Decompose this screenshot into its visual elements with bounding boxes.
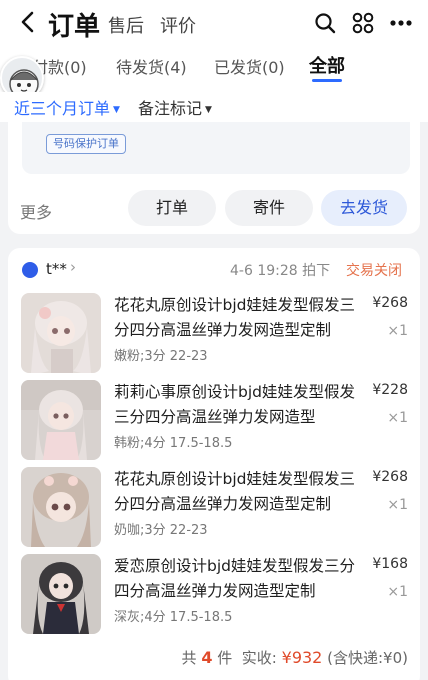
order-status-tabs: 付款(0) 待发货(4) 已发货(0) 全部	[0, 46, 428, 92]
product-thumbnail	[21, 293, 101, 373]
caret-down-icon: ▼	[205, 104, 212, 115]
product-title: 莉莉心事原创设计bjd娃娃发型假发三分四分高温丝弹力发网造型	[114, 383, 355, 426]
grid-icon[interactable]	[352, 12, 374, 34]
tab-reviews[interactable]: 评价	[160, 12, 196, 38]
order-time: 4-6 19:28 拍下	[230, 263, 331, 279]
more-button[interactable]: 更多	[20, 199, 52, 223]
product-quantity: ×1	[387, 410, 408, 426]
list-item[interactable]: 花花丸原创设计bjd娃娃发型假发三分四分高温丝弹力发网造型定制 奶咖;3分 22…	[8, 467, 420, 547]
note-filter-label: 备注标记	[138, 99, 203, 118]
chevron-right-icon: ›	[70, 258, 76, 276]
product-spec: 韩粉;4分 17.5-18.5	[114, 436, 233, 451]
product-price: ¥268	[372, 469, 408, 485]
product-quantity: ×1	[387, 497, 408, 513]
status-badge: 交易关闭	[346, 263, 402, 279]
product-spec: 奶咖;3分 22-23	[114, 523, 208, 538]
list-item[interactable]: 爱恋原创设计bjd娃娃发型假发三分四分高温丝弹力发网造型定制 深灰;4分 17.…	[8, 554, 420, 634]
product-title: 花花丸原创设计bjd娃娃发型假发三分四分高温丝弹力发网造型定制	[114, 470, 355, 513]
product-thumbnail	[21, 554, 101, 634]
tab-all[interactable]: 全部	[309, 52, 345, 78]
send-package-button[interactable]: 寄件	[225, 190, 313, 226]
product-quantity: ×1	[387, 323, 408, 339]
back-arrow-icon[interactable]	[18, 10, 38, 34]
search-icon[interactable]	[314, 12, 336, 34]
product-thumbnail	[21, 380, 101, 460]
print-label-button[interactable]: 打单	[128, 190, 216, 226]
caret-down-icon: ▼	[113, 104, 120, 115]
count-suffix: 件	[217, 649, 233, 667]
page-title: 订单	[48, 12, 101, 42]
shipping-note: (含快递:¥0)	[327, 649, 408, 667]
product-title: 爱恋原创设计bjd娃娃发型假发三分四分高温丝弹力发网造型定制	[114, 557, 355, 600]
top-bar: 订单 售后 评价	[0, 0, 428, 46]
tab-to-ship[interactable]: 待发货(4)	[116, 54, 187, 78]
number-protection-tag: 号码保护订单	[46, 134, 126, 154]
more-options-icon[interactable]	[390, 12, 412, 34]
buyer-name[interactable]: t**	[46, 260, 67, 278]
order-summary: 共 4 件 实收: ¥932 (含快递:¥0)	[8, 647, 408, 668]
ship-button[interactable]: 去发货	[321, 190, 407, 226]
shop-icon	[22, 262, 38, 278]
list-item[interactable]: 花花丸原创设计bjd娃娃发型假发三分四分高温丝弹力发网造型定制 嫩粉;3分 22…	[8, 293, 420, 373]
active-tab-indicator	[312, 79, 342, 82]
tab-after-sales[interactable]: 售后	[108, 12, 144, 38]
product-price: ¥168	[372, 556, 408, 572]
period-filter[interactable]: 近三个月订单 ▼	[14, 95, 120, 119]
product-thumbnail	[21, 467, 101, 547]
item-count: 4	[201, 648, 213, 667]
product-quantity: ×1	[387, 584, 408, 600]
product-price: ¥228	[372, 382, 408, 398]
order-info-area: 号码保护订单	[22, 122, 410, 174]
period-filter-label: 近三个月订单	[14, 99, 111, 118]
tab-shipped[interactable]: 已发货(0)	[214, 54, 285, 78]
product-spec: 嫩粉;3分 22-23	[114, 349, 208, 364]
order-card[interactable]: t** › 4-6 19:28 拍下 交易关闭 花花丸原创设计bjd娃娃发型假发…	[8, 248, 420, 680]
list-item[interactable]: 莉莉心事原创设计bjd娃娃发型假发三分四分高温丝弹力发网造型 韩粉;4分 17.…	[8, 380, 420, 460]
product-spec: 深灰;4分 17.5-18.5	[114, 610, 233, 625]
product-price: ¥268	[372, 295, 408, 311]
count-prefix: 共	[181, 649, 197, 667]
filter-bar: 近三个月订单 ▼ 备注标记 ▼	[0, 92, 428, 122]
paid-amount: ¥932	[281, 648, 323, 667]
previous-order-card: 号码保护订单 更多 打单 寄件 去发货	[8, 122, 420, 234]
note-filter[interactable]: 备注标记 ▼	[138, 95, 212, 119]
product-title: 花花丸原创设计bjd娃娃发型假发三分四分高温丝弹力发网造型定制	[114, 296, 355, 339]
paid-label: 实收:	[241, 649, 277, 667]
